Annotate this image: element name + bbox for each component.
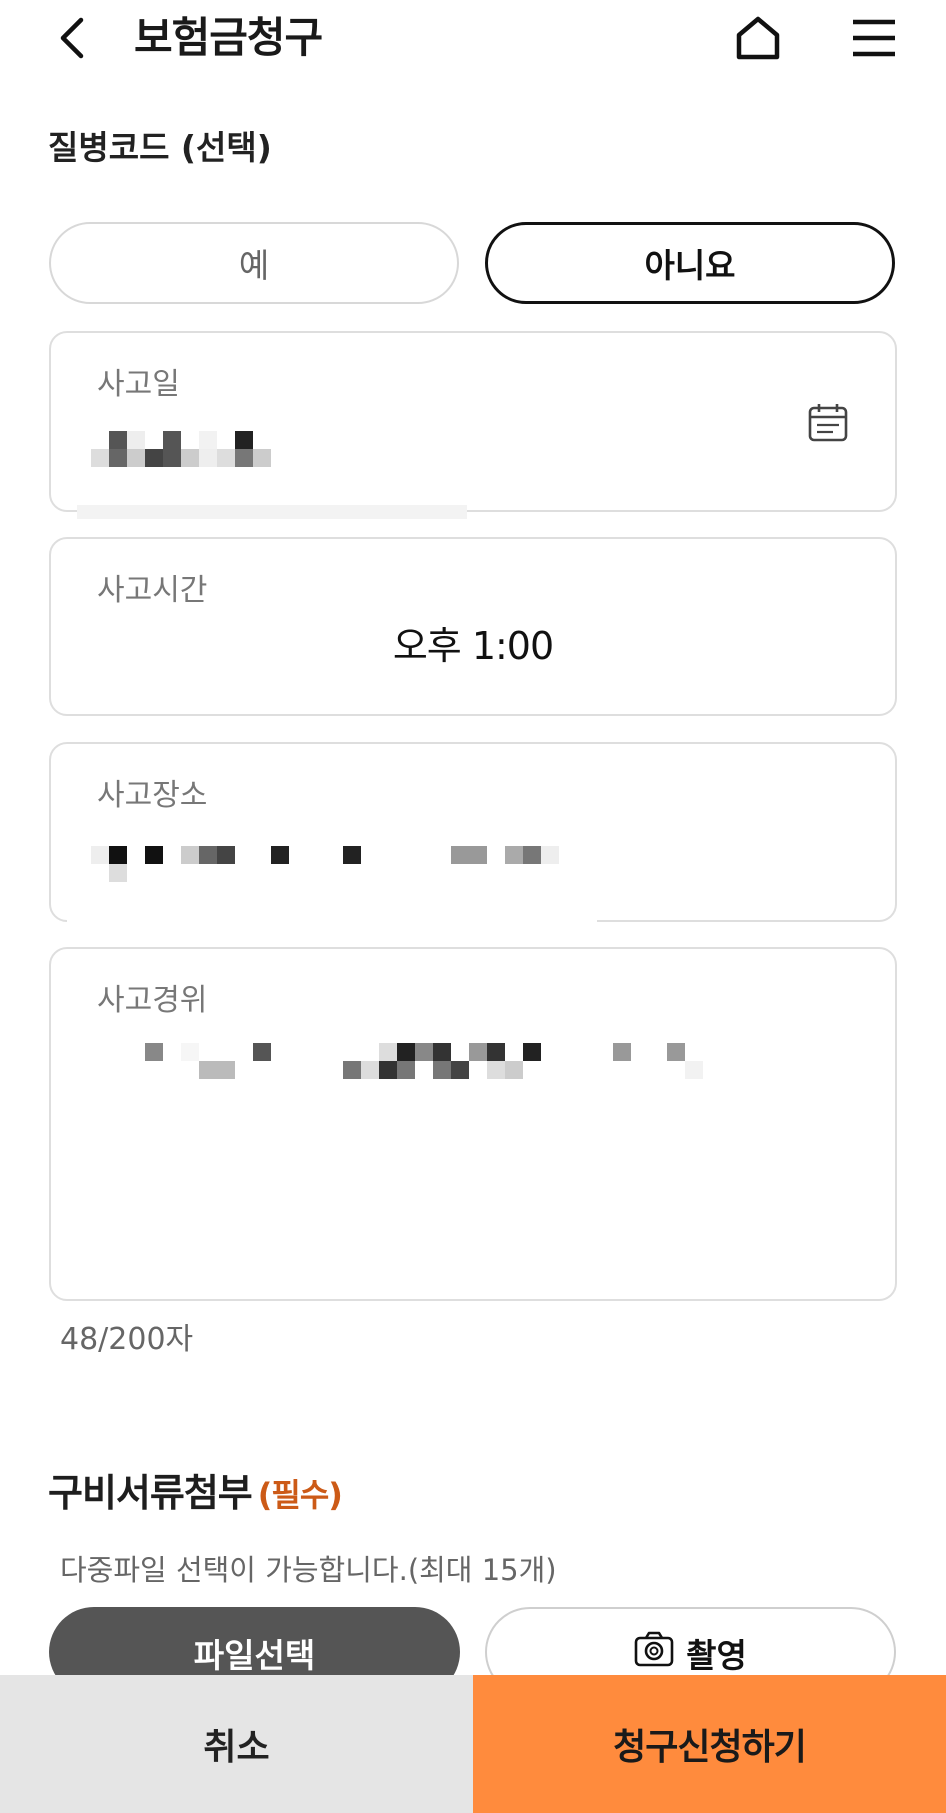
attachments-title-text: 구비서류첨부 — [48, 1471, 253, 1515]
app-header: 보험금청구 — [0, 0, 946, 76]
disease-code-yes-button[interactable]: 예 — [49, 222, 459, 304]
take-photo-label: 촬영 — [686, 1636, 747, 1675]
claim-page: 보험금청구 질병코드 (선택) 예 아니요 사고일 사고시간 오후 1:00 사… — [0, 0, 946, 1813]
accident-description-field[interactable]: 사고경위 — [49, 947, 897, 1301]
accident-time-field[interactable]: 사고시간 오후 1:00 — [49, 537, 897, 716]
redacted-date-value — [91, 431, 271, 467]
accident-date-field[interactable]: 사고일 — [49, 331, 897, 519]
attachments-title: 구비서류첨부 (필수) — [48, 1466, 343, 1522]
chevron-left-icon — [60, 17, 84, 59]
calendar-button[interactable] — [805, 399, 851, 445]
home-button[interactable] — [730, 8, 786, 68]
calendar-icon — [808, 404, 848, 442]
accident-time-value: 오후 1:00 — [392, 624, 554, 668]
attachments-hint: 다중파일 선택이 가능합니다.(최대 15개) — [60, 1553, 557, 1587]
accident-place-label: 사고장소 — [97, 778, 208, 813]
description-char-count: 48/200자 — [60, 1322, 194, 1357]
accident-description-label: 사고경위 — [97, 983, 208, 1018]
camera-icon — [634, 1631, 674, 1667]
hamburger-menu-icon — [853, 19, 895, 57]
date-input-underline — [77, 505, 467, 519]
accident-date-label: 사고일 — [97, 367, 180, 402]
disease-code-title: 질병코드 (선택) — [48, 128, 272, 167]
disease-code-no-button[interactable]: 아니요 — [485, 222, 895, 304]
place-input-underline — [67, 912, 597, 926]
required-tag: (필수) — [257, 1476, 343, 1514]
back-button[interactable] — [46, 10, 98, 66]
accident-time-label: 사고시간 — [97, 573, 208, 608]
home-icon — [736, 16, 780, 60]
menu-button[interactable] — [846, 10, 902, 66]
redacted-place-value — [91, 846, 559, 882]
cancel-button[interactable]: 취소 — [0, 1675, 473, 1813]
redacted-description-value — [127, 1043, 721, 1079]
bottom-action-bar: 취소 청구신청하기 — [0, 1675, 946, 1813]
accident-place-field[interactable]: 사고장소 — [49, 742, 897, 926]
submit-claim-button[interactable]: 청구신청하기 — [473, 1675, 946, 1813]
page-title: 보험금청구 — [134, 13, 323, 62]
